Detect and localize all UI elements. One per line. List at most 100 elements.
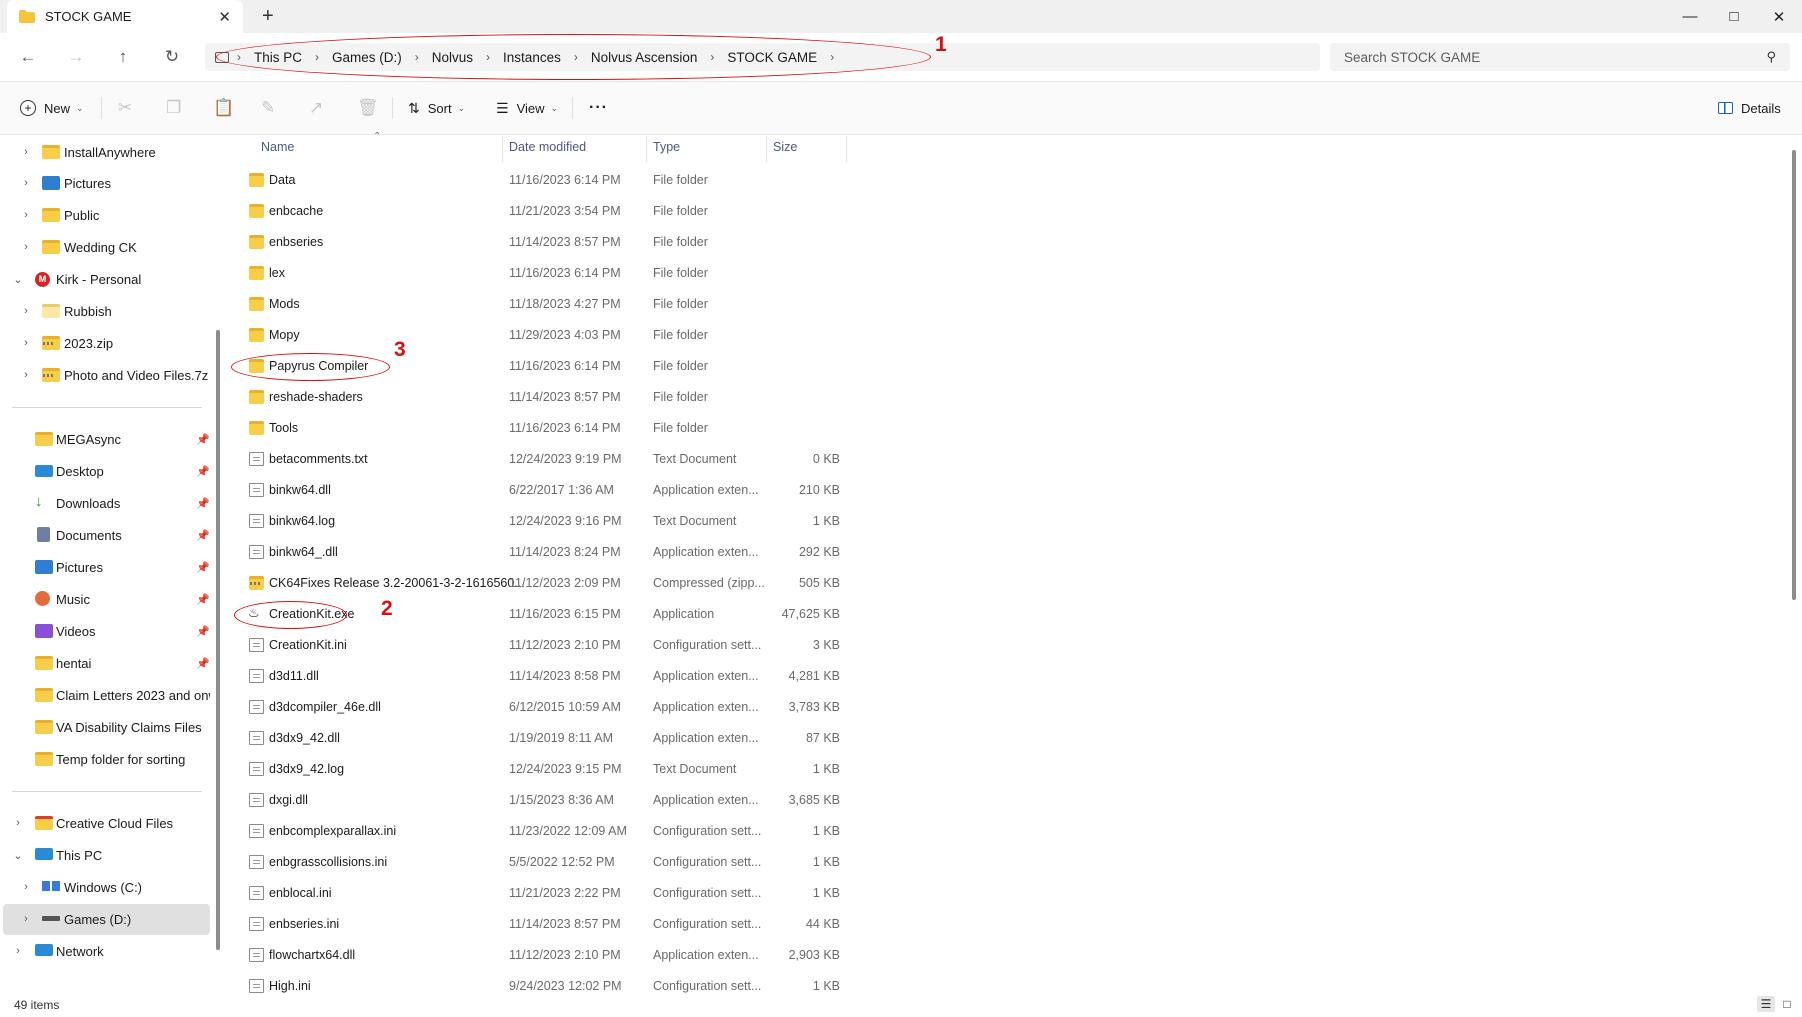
- copy-icon[interactable]: ❐: [166, 96, 181, 120]
- chevron-right-icon[interactable]: ›: [20, 881, 32, 893]
- file-row[interactable]: Tools 11/16/2023 6:14 PM File folder: [240, 413, 850, 444]
- sidebar-item-network[interactable]: › Network: [0, 936, 210, 966]
- chevron-down-icon[interactable]: ⌄: [12, 273, 24, 286]
- file-row[interactable]: binkw64.dll 6/22/2017 1:36 AM Application …: [240, 475, 850, 506]
- chevron-right-icon[interactable]: ›: [12, 817, 24, 829]
- sidebar-item-kirk-personal[interactable]: ⌄ M Kirk - Personal: [0, 264, 210, 294]
- refresh-button[interactable]: ↻: [157, 44, 187, 70]
- sidebar-item-games-d[interactable]: › Games (D:): [0, 904, 210, 934]
- forward-button[interactable]: →: [61, 44, 91, 70]
- new-tab-button[interactable]: +: [262, 5, 274, 28]
- sidebar-item-windows-c[interactable]: › Windows (C:): [0, 872, 210, 902]
- sidebar-item-megasync[interactable]: MEGAsync 📌: [0, 424, 210, 454]
- chevron-down-icon[interactable]: ⌄: [12, 849, 24, 862]
- more-options-button[interactable]: ···: [589, 96, 608, 120]
- details-view-button[interactable]: ☰: [1757, 996, 1775, 1012]
- column-header-type[interactable]: Type: [653, 140, 680, 154]
- pin-icon[interactable]: 📌: [196, 625, 210, 638]
- maximize-button[interactable]: □: [1711, 0, 1757, 33]
- sidebar-item-music[interactable]: Music 📌: [0, 584, 210, 614]
- chevron-right-icon[interactable]: ›: [20, 209, 32, 221]
- column-divider[interactable]: [646, 136, 647, 162]
- sidebar-item-hentai[interactable]: hentai 📌: [0, 648, 210, 678]
- sidebar-item-va-disability[interactable]: VA Disability Claims Files: [0, 712, 210, 742]
- file-row[interactable]: reshade-shaders 11/14/2023 8:57 PM File fo…: [240, 382, 850, 413]
- file-row[interactable]: enbgrasscollisions.ini 5/5/2022 12:52 PM C…: [240, 847, 850, 878]
- cut-icon[interactable]: ✂: [118, 96, 132, 120]
- sidebar-item-videos[interactable]: Videos 📌: [0, 616, 210, 646]
- chevron-right-icon[interactable]: ›: [20, 913, 32, 925]
- file-row[interactable]: CreationKit.ini 11/12/2023 2:10 PM Configu…: [240, 630, 850, 661]
- file-row[interactable]: Mods 11/18/2023 4:27 PM File folder: [240, 289, 850, 320]
- column-divider[interactable]: [766, 136, 767, 162]
- pin-icon[interactable]: 📌: [196, 529, 210, 542]
- sidebar-item-photo-video-7z[interactable]: › Photo and Video Files.7z: [0, 360, 210, 390]
- column-header-date[interactable]: Date modified: [509, 140, 586, 154]
- paste-icon[interactable]: 📋: [213, 96, 234, 120]
- sidebar-item-2023-zip[interactable]: › 2023.zip: [0, 328, 210, 358]
- chevron-right-icon[interactable]: ›: [20, 369, 32, 381]
- sidebar-item-this-pc[interactable]: ⌄ This PC: [0, 840, 210, 870]
- rename-icon[interactable]: ✎: [261, 96, 275, 120]
- chevron-right-icon[interactable]: ›: [12, 945, 24, 957]
- chevron-right-icon[interactable]: ›: [20, 337, 32, 349]
- sidebar-item-public[interactable]: › Public: [0, 200, 210, 230]
- sidebar-item-desktop[interactable]: Desktop 📌: [0, 456, 210, 486]
- sidebar-item-wedding-ck[interactable]: › Wedding CK: [0, 232, 210, 262]
- file-row[interactable]: Mopy 11/29/2023 4:03 PM File folder: [240, 320, 850, 351]
- file-row[interactable]: binkw64_.dll 11/14/2023 8:24 PM Applicatio…: [240, 537, 850, 568]
- details-button[interactable]: Details: [1718, 96, 1781, 120]
- up-button[interactable]: ↑: [108, 44, 138, 70]
- column-divider[interactable]: [846, 136, 847, 162]
- column-header-size[interactable]: Size: [773, 140, 797, 154]
- file-row[interactable]: d3d11.dll 11/14/2023 8:58 PM Application e…: [240, 661, 850, 692]
- minimize-button[interactable]: —: [1667, 0, 1713, 33]
- file-row[interactable]: lex 11/16/2023 6:14 PM File folder: [240, 258, 850, 289]
- file-list-scrollbar[interactable]: [1792, 150, 1796, 600]
- file-row[interactable]: dxgi.dll 1/15/2023 8:36 AM Application ext…: [240, 785, 850, 816]
- file-row[interactable]: binkw64.log 12/24/2023 9:16 PM Text Docume…: [240, 506, 850, 537]
- sidebar-item-claim-letters[interactable]: Claim Letters 2023 and onwar: [0, 680, 210, 710]
- sidebar-item-creative-cloud[interactable]: › Creative Cloud Files: [0, 808, 210, 838]
- file-row[interactable]: Data 11/16/2023 6:14 PM File folder: [240, 165, 850, 196]
- file-row[interactable]: enblocal.ini 11/21/2023 2:22 PM Configurat…: [240, 878, 850, 909]
- sidebar-item-downloads[interactable]: ↓ Downloads 📌: [0, 488, 210, 518]
- tab-close-icon[interactable]: ✕: [218, 8, 231, 26]
- search-input[interactable]: Search STOCK GAME ⚲: [1330, 43, 1790, 71]
- file-row[interactable]: enbcache 11/21/2023 3:54 PM File folder: [240, 196, 850, 227]
- new-button[interactable]: + New ⌄: [20, 96, 84, 120]
- file-row[interactable]: d3dx9_42.dll 1/19/2019 8:11 AM Application…: [240, 723, 850, 754]
- back-button[interactable]: ←: [13, 44, 43, 70]
- pin-icon[interactable]: 📌: [196, 465, 210, 478]
- file-row[interactable]: enbseries.ini 11/14/2023 8:57 PM Configura…: [240, 909, 850, 940]
- sidebar-item-rubbish[interactable]: › Rubbish: [0, 296, 210, 326]
- chevron-right-icon[interactable]: ›: [20, 241, 32, 253]
- pin-icon[interactable]: 📌: [196, 433, 210, 446]
- sidebar-item-temp-folder[interactable]: Temp folder for sorting: [0, 744, 210, 774]
- file-row[interactable]: betacomments.txt 12/24/2023 9:19 PM Text D…: [240, 444, 850, 475]
- pin-icon[interactable]: 📌: [196, 593, 210, 606]
- close-window-button[interactable]: ✕: [1756, 0, 1802, 33]
- file-row[interactable]: d3dcompiler_46e.dll 6/12/2015 10:59 AM App…: [240, 692, 850, 723]
- chevron-right-icon[interactable]: ›: [20, 146, 32, 158]
- sidebar-item-pictures-quick[interactable]: Pictures 📌: [0, 552, 210, 582]
- file-row[interactable]: High.ini 9/24/2023 12:02 PM Configuration …: [240, 971, 850, 1002]
- sidebar-item-installanywhere[interactable]: › InstallAnywhere: [0, 137, 210, 167]
- column-divider[interactable]: [502, 136, 503, 162]
- file-row[interactable]: enbcomplexparallax.ini 11/23/2022 12:09 A…: [240, 816, 850, 847]
- share-icon[interactable]: ↗: [309, 96, 323, 120]
- pin-icon[interactable]: 📌: [196, 497, 210, 510]
- file-row[interactable]: d3dx9_42.log 12/24/2023 9:15 PM Text Docum…: [240, 754, 850, 785]
- pin-icon[interactable]: 📌: [196, 657, 210, 670]
- file-row[interactable]: enbseries 11/14/2023 8:57 PM File folder: [240, 227, 850, 258]
- file-row[interactable]: CK64Fixes Release 3.2-20061-3-2-1616560.…: [240, 568, 850, 599]
- tab-stock-game[interactable]: STOCK GAME ✕: [7, 0, 243, 33]
- sidebar-item-documents[interactable]: Documents 📌: [0, 520, 210, 550]
- sidebar-item-pictures[interactable]: › Pictures: [0, 168, 210, 198]
- delete-icon[interactable]: 🗑: [357, 96, 379, 120]
- view-button[interactable]: ☰ View ⌄: [496, 96, 558, 120]
- file-row[interactable]: flowchartx64.dll 11/12/2023 2:10 PM Applic…: [240, 940, 850, 971]
- column-header-name[interactable]: Name: [261, 140, 294, 154]
- chevron-right-icon[interactable]: ›: [20, 177, 32, 189]
- sort-button[interactable]: ⇅ Sort ⌄: [408, 96, 465, 120]
